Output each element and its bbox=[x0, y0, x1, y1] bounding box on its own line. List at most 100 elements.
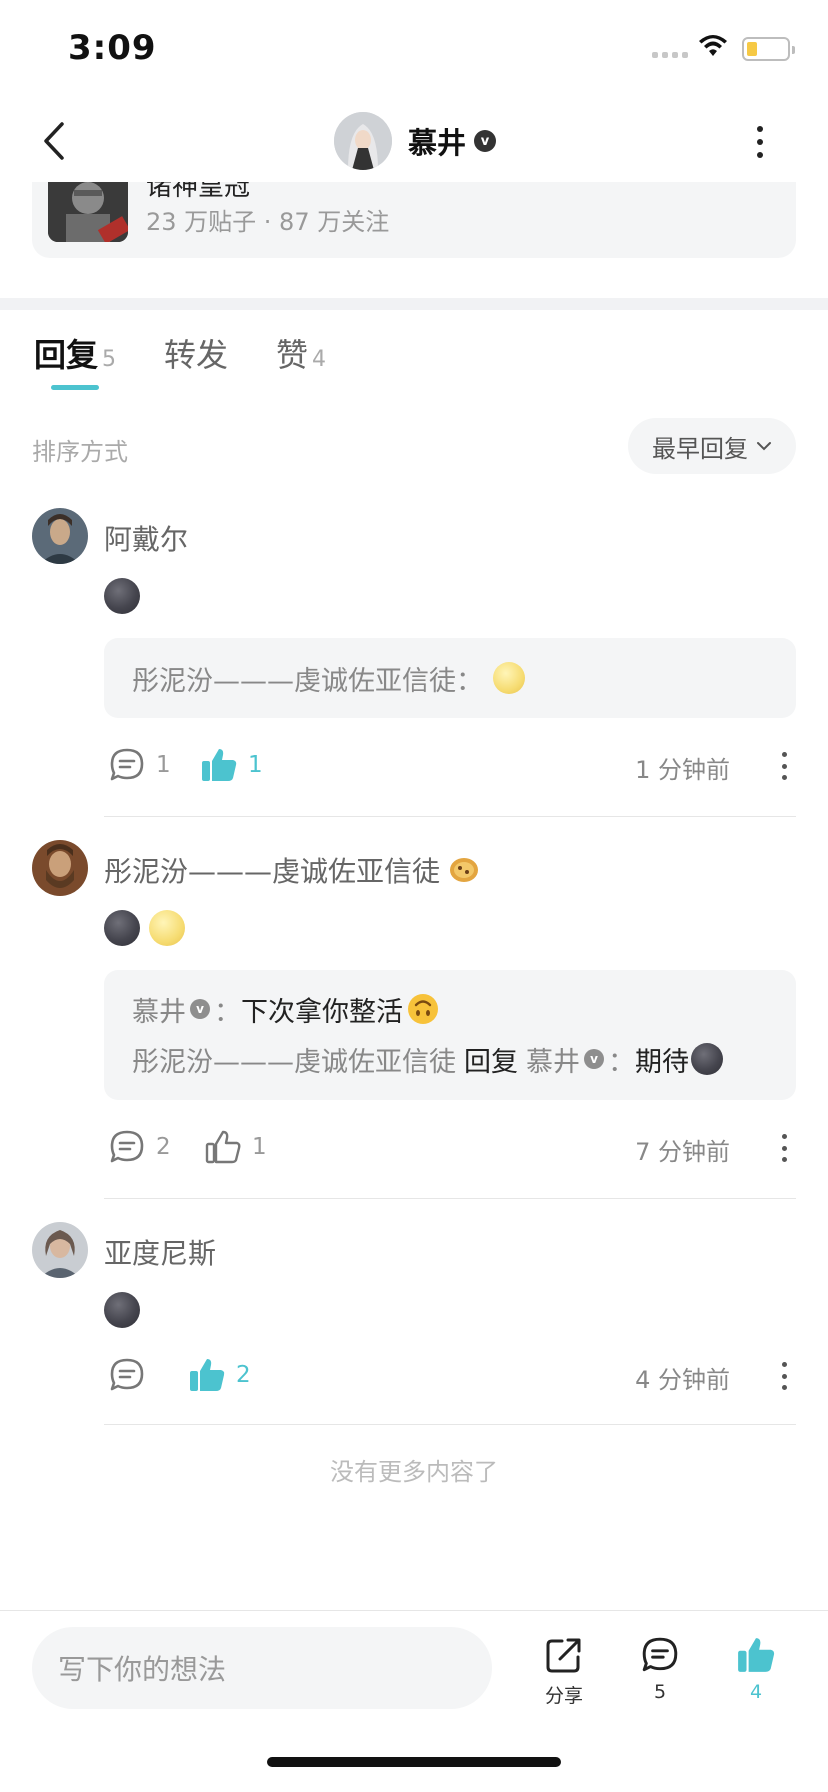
reply-button[interactable] bbox=[108, 1350, 156, 1400]
wifi-icon bbox=[699, 35, 727, 56]
reply-text: 下次拿你整活 bbox=[241, 996, 403, 1028]
share-button[interactable]: 分享 bbox=[524, 1635, 604, 1708]
forum-icon bbox=[48, 172, 128, 242]
upside-down-face-icon bbox=[408, 994, 438, 1024]
home-indicator[interactable] bbox=[267, 1757, 561, 1767]
verified-badge-icon: v bbox=[584, 1049, 604, 1069]
tab-replies[interactable]: 回复 5 bbox=[34, 330, 116, 376]
tab-bar: 回复 5 转发 赞 4 bbox=[34, 330, 374, 376]
tab-count: 4 bbox=[312, 347, 327, 372]
like-button[interactable]: 1 bbox=[204, 1122, 267, 1172]
tab-label: 赞 bbox=[276, 336, 309, 374]
tab-label: 回复 bbox=[34, 336, 99, 374]
like-button[interactable]: 1 bbox=[200, 740, 263, 790]
share-label: 分享 bbox=[544, 1685, 583, 1707]
new-moon-face-icon bbox=[104, 910, 140, 946]
reply-button[interactable]: 2 bbox=[108, 1122, 171, 1172]
nav-user[interactable]: 慕井 v bbox=[334, 112, 497, 170]
tab-likes[interactable]: 赞 4 bbox=[276, 330, 326, 376]
sort-value: 最早回复 bbox=[652, 434, 748, 463]
like-button[interactable]: 4 bbox=[716, 1635, 796, 1703]
verified-badge-icon: v bbox=[190, 999, 210, 1019]
more-options-icon[interactable] bbox=[742, 124, 778, 160]
forum-stats: 23 万贴子 · 87 万关注 bbox=[146, 208, 390, 236]
comment-author[interactable]: 亚度尼斯 bbox=[104, 1232, 216, 1272]
new-moon-face-icon bbox=[104, 1292, 140, 1328]
bottom-bar: 写下你的想法 分享 5 4 bbox=[0, 1610, 828, 1792]
full-moon-face-icon bbox=[493, 662, 525, 694]
avatar[interactable] bbox=[32, 1222, 88, 1278]
reply-word: 回复 bbox=[464, 1046, 518, 1078]
status-time: 3:09 bbox=[68, 28, 157, 68]
timestamp: 4 分钟前 bbox=[635, 1366, 730, 1394]
comment-actions: 1 1 1 分钟前 bbox=[104, 740, 796, 790]
comment-bubble-icon bbox=[110, 748, 144, 781]
cookie-badge-icon bbox=[450, 858, 479, 882]
reply-button[interactable]: 1 bbox=[108, 740, 171, 790]
comment-bubble-icon bbox=[642, 1637, 678, 1672]
reply-line: 慕井 v ： 下次拿你整活 bbox=[132, 984, 768, 1034]
reply-preview[interactable]: 慕井 v ： 下次拿你整活 彤泥汾———虔诚佐亚信徒 回复 慕井 v ： 期待 bbox=[104, 970, 796, 1100]
section-divider bbox=[0, 298, 828, 310]
divider bbox=[104, 1424, 796, 1425]
divider bbox=[104, 816, 796, 817]
comment-body bbox=[104, 578, 140, 614]
author-name: 彤泥汾———虔诚佐亚信徒 bbox=[104, 855, 441, 888]
divider bbox=[104, 1198, 796, 1199]
avatar[interactable] bbox=[32, 508, 88, 564]
avatar[interactable] bbox=[32, 840, 88, 896]
new-moon-face-icon bbox=[691, 1043, 723, 1075]
comment-actions: 2 4 分钟前 bbox=[104, 1350, 796, 1400]
comment-actions: 2 1 7 分钟前 bbox=[104, 1122, 796, 1172]
timestamp: 7 分钟前 bbox=[635, 1138, 730, 1166]
reply-sep: ： bbox=[214, 996, 241, 1028]
tab-reposts[interactable]: 转发 bbox=[164, 330, 228, 376]
reply-count: 1 bbox=[156, 752, 171, 778]
tab-label: 转发 bbox=[164, 336, 229, 374]
thumbs-up-filled-icon bbox=[202, 749, 237, 781]
sort-dropdown[interactable]: 最早回复 bbox=[628, 418, 796, 474]
like-count: 1 bbox=[252, 1134, 267, 1160]
share-icon bbox=[546, 1638, 581, 1673]
reply-line: 彤泥汾———虔诚佐亚信徒 回复 慕井 v ： 期待 bbox=[132, 1034, 768, 1084]
nav-bar: 慕井 v bbox=[0, 100, 828, 182]
like-count: 1 bbox=[248, 752, 263, 778]
more-options-icon[interactable] bbox=[780, 1134, 788, 1162]
thumbs-up-outline-icon bbox=[205, 1130, 241, 1164]
new-moon-face-icon bbox=[104, 578, 140, 614]
chevron-down-icon bbox=[757, 442, 771, 451]
reply-text: 期待 bbox=[635, 1046, 689, 1078]
cellular-signal-icon bbox=[652, 52, 688, 58]
reply-author: 慕井 bbox=[132, 996, 186, 1028]
comment-author[interactable]: 彤泥汾———虔诚佐亚信徒 bbox=[104, 850, 480, 890]
reply-author: 彤泥汾———虔诚佐亚信徒： bbox=[132, 665, 483, 697]
comment-author[interactable]: 阿戴尔 bbox=[104, 518, 188, 558]
battery-icon bbox=[742, 37, 795, 61]
comment-input[interactable]: 写下你的想法 bbox=[32, 1627, 492, 1709]
page-title: 慕井 bbox=[408, 126, 467, 160]
reply-line: 彤泥汾———虔诚佐亚信徒： bbox=[132, 653, 525, 703]
reply-preview[interactable]: 彤泥汾———虔诚佐亚信徒： bbox=[104, 638, 796, 718]
more-options-icon[interactable] bbox=[780, 1362, 788, 1390]
status-bar: 3:09 bbox=[0, 0, 828, 100]
thumbs-up-filled-icon bbox=[738, 1638, 775, 1672]
comments-button[interactable]: 5 bbox=[620, 1635, 700, 1703]
reply-author: 彤泥汾———虔诚佐亚信徒 bbox=[132, 1046, 456, 1078]
more-options-icon[interactable] bbox=[780, 752, 788, 780]
like-count: 4 bbox=[749, 1681, 763, 1703]
comment-count: 5 bbox=[653, 1681, 667, 1703]
back-arrow-icon[interactable] bbox=[36, 116, 76, 166]
thumbs-up-filled-icon bbox=[190, 1359, 225, 1391]
avatar bbox=[334, 112, 392, 170]
end-of-list-text: 没有更多内容了 bbox=[330, 1458, 498, 1486]
tab-count: 5 bbox=[102, 347, 117, 372]
reply-sep: ： bbox=[608, 1046, 635, 1078]
active-tab-indicator bbox=[51, 385, 99, 390]
timestamp: 1 分钟前 bbox=[635, 756, 730, 784]
sort-label: 排序方式 bbox=[32, 438, 128, 466]
reply-target: 慕井 bbox=[526, 1046, 580, 1078]
comment-bubble-icon bbox=[110, 1358, 144, 1391]
like-count: 2 bbox=[236, 1362, 251, 1388]
like-button[interactable]: 2 bbox=[188, 1350, 251, 1400]
comment-body bbox=[104, 910, 186, 946]
